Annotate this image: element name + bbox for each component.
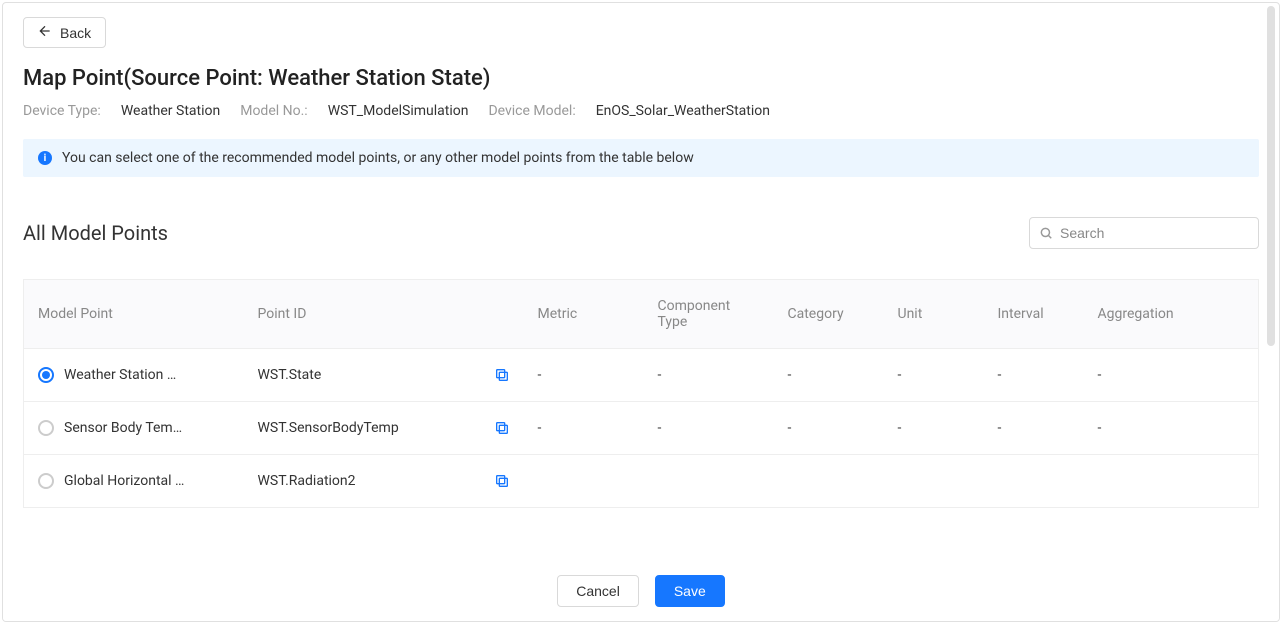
info-icon: i bbox=[38, 151, 52, 165]
col-metric: Metric bbox=[524, 280, 644, 349]
page-title: Map Point(Source Point: Weather Station … bbox=[23, 66, 1259, 91]
cell-interval: - bbox=[984, 402, 1084, 455]
footer-bar: Cancel Save bbox=[3, 560, 1279, 621]
cell-interval bbox=[984, 455, 1084, 508]
col-aggregation: Aggregation bbox=[1084, 280, 1259, 349]
meta-row: Device Type: Weather Station Model No.: … bbox=[23, 103, 1259, 119]
cell-metric: - bbox=[524, 349, 644, 402]
page-content: Back Map Point(Source Point: Weather Sta… bbox=[3, 3, 1279, 547]
model-point-name: Weather Station … bbox=[64, 367, 176, 383]
cell-category: - bbox=[774, 402, 884, 455]
cell-component-type: - bbox=[644, 349, 774, 402]
page-frame: Back Map Point(Source Point: Weather Sta… bbox=[2, 2, 1280, 622]
info-text: You can select one of the recommended mo… bbox=[62, 150, 694, 166]
table-header-row: Model Point Point ID Metric Component Ty… bbox=[24, 280, 1259, 349]
meta-model-no: Model No.: WST_ModelSimulation bbox=[240, 103, 468, 119]
model-points-table: Model Point Point ID Metric Component Ty… bbox=[23, 279, 1259, 508]
cell-category bbox=[774, 455, 884, 508]
cell-component-type: - bbox=[644, 402, 774, 455]
point-id-value: WST.State bbox=[258, 367, 322, 383]
cell-component-type bbox=[644, 455, 774, 508]
cell-unit: - bbox=[884, 402, 984, 455]
cell-interval: - bbox=[984, 349, 1084, 402]
meta-label: Model No.: bbox=[240, 103, 307, 119]
meta-value: WST_ModelSimulation bbox=[328, 103, 469, 119]
table-row[interactable]: Global Horizontal … WST.Radiation2 bbox=[24, 455, 1259, 508]
meta-label: Device Type: bbox=[23, 103, 101, 119]
col-model-point: Model Point bbox=[24, 280, 244, 349]
save-button[interactable]: Save bbox=[655, 575, 725, 607]
model-point-name: Global Horizontal … bbox=[64, 473, 184, 489]
section-header: All Model Points bbox=[23, 217, 1259, 249]
row-radio[interactable] bbox=[38, 367, 54, 383]
cell-category: - bbox=[774, 349, 884, 402]
point-id-value: WST.SensorBodyTemp bbox=[258, 420, 399, 436]
info-banner: i You can select one of the recommended … bbox=[23, 139, 1259, 177]
back-button[interactable]: Back bbox=[23, 17, 106, 48]
cell-metric: - bbox=[524, 402, 644, 455]
search-icon bbox=[1039, 226, 1053, 240]
cell-unit: - bbox=[884, 349, 984, 402]
copy-icon[interactable] bbox=[494, 367, 510, 383]
table-row[interactable]: Weather Station … WST.State - - - bbox=[24, 349, 1259, 402]
cell-aggregation: - bbox=[1084, 349, 1259, 402]
meta-label: Device Model: bbox=[488, 103, 575, 119]
cell-aggregation bbox=[1084, 455, 1259, 508]
arrow-left-icon bbox=[38, 24, 52, 41]
point-id-value: WST.Radiation2 bbox=[258, 473, 356, 489]
copy-icon[interactable] bbox=[494, 473, 510, 489]
col-point-id: Point ID bbox=[244, 280, 524, 349]
meta-value: EnOS_Solar_WeatherStation bbox=[596, 103, 770, 119]
model-point-name: Sensor Body Tem… bbox=[64, 420, 182, 436]
back-label: Back bbox=[60, 25, 91, 41]
cell-metric bbox=[524, 455, 644, 508]
meta-value: Weather Station bbox=[121, 103, 220, 119]
meta-device-model: Device Model: EnOS_Solar_WeatherStation bbox=[488, 103, 770, 119]
row-radio[interactable] bbox=[38, 473, 54, 489]
col-unit: Unit bbox=[884, 280, 984, 349]
col-interval: Interval bbox=[984, 280, 1084, 349]
search-wrap bbox=[1029, 217, 1259, 249]
col-category: Category bbox=[774, 280, 884, 349]
row-radio[interactable] bbox=[38, 420, 54, 436]
table-row[interactable]: Sensor Body Tem… WST.SensorBodyTemp - - bbox=[24, 402, 1259, 455]
meta-device-type: Device Type: Weather Station bbox=[23, 103, 220, 119]
cancel-button[interactable]: Cancel bbox=[557, 575, 639, 607]
cell-unit bbox=[884, 455, 984, 508]
copy-icon[interactable] bbox=[494, 420, 510, 436]
section-title: All Model Points bbox=[23, 221, 168, 245]
col-component-type: Component Type bbox=[644, 280, 774, 349]
search-input[interactable] bbox=[1029, 217, 1259, 249]
cell-aggregation: - bbox=[1084, 402, 1259, 455]
